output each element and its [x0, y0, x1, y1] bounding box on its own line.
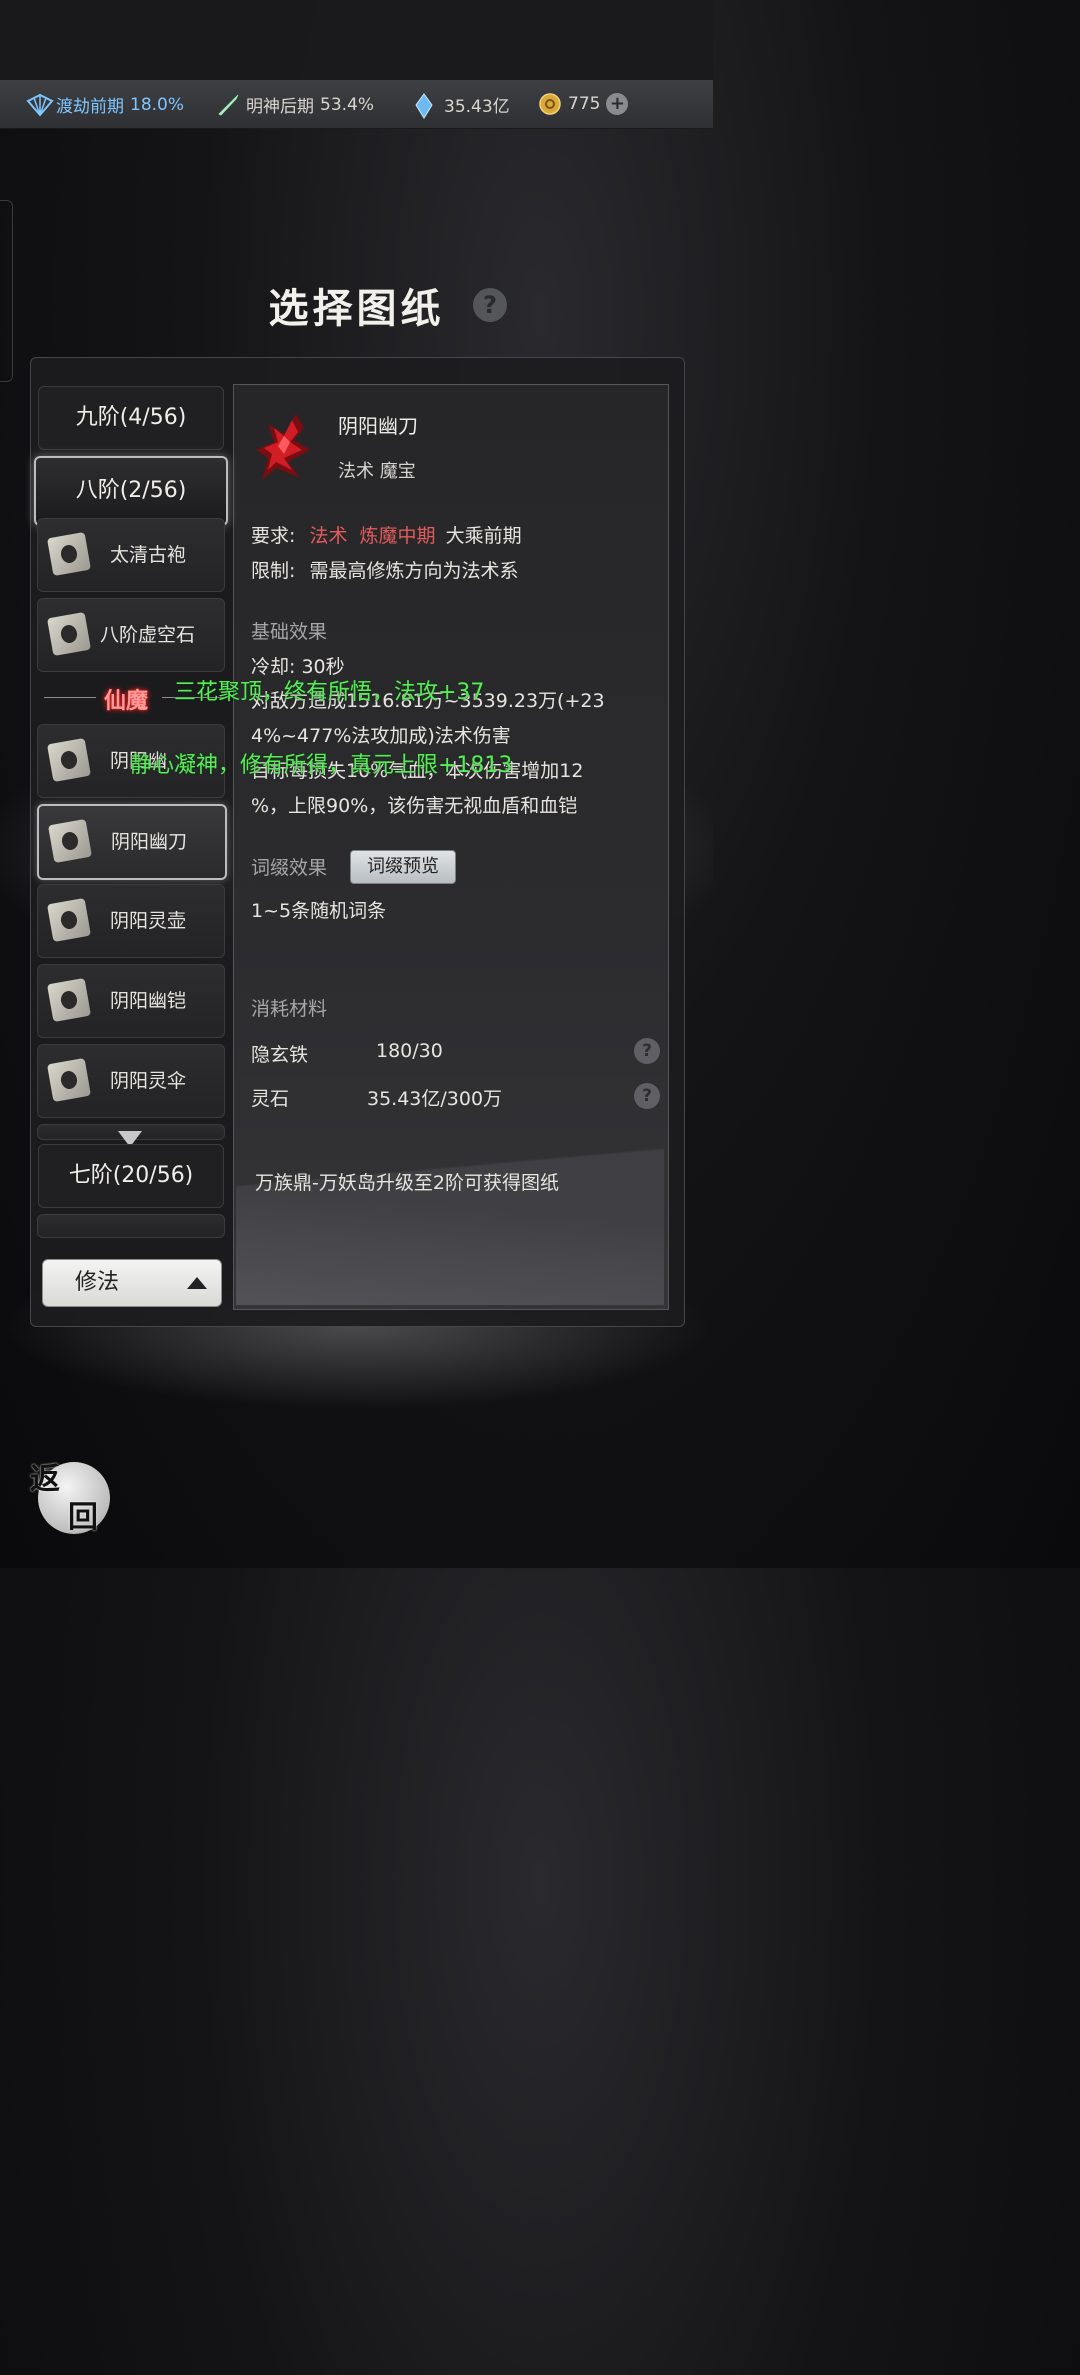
scroll-icon — [46, 737, 92, 783]
blueprint-name: 阴阳幽刀 — [338, 414, 418, 438]
add-coin-button[interactable]: + — [606, 93, 629, 115]
realm-progress-1[interactable]: 渡劫前期 18.0% — [26, 92, 184, 117]
cost-heading: 消耗材料 — [251, 998, 328, 1020]
realm-value-2: 53.4% — [320, 94, 375, 115]
material-2-help-button[interactable]: ? — [634, 1083, 660, 1109]
back-char-1: 返 — [30, 1462, 60, 1497]
notification-line-1: 三花聚顶，终有所悟，法攻+37 — [174, 680, 485, 705]
material-1-help-button[interactable]: ? — [634, 1038, 660, 1064]
scroll-icon — [46, 531, 92, 577]
title-help-button[interactable]: ? — [473, 288, 507, 322]
material-2-value: 35.43亿/300万 — [367, 1088, 503, 1110]
blade-icon — [254, 410, 324, 485]
blueprint-item-name: 阴阳灵伞 — [110, 1070, 187, 1092]
blueprint-item[interactable]: 太清古袍 — [37, 518, 225, 592]
affix-preview-button[interactable]: 词缀预览 — [350, 850, 456, 884]
category-label: 仙魔 — [104, 688, 149, 714]
page-title: 选择图纸 — [268, 285, 445, 332]
blueprint-item-name: 阴阳灵壶 — [110, 910, 187, 932]
affix-value: 1~5条随机词条 — [251, 900, 387, 922]
coin-value: 775 — [568, 94, 601, 114]
category-filter-dropdown[interactable]: 修法 — [42, 1259, 222, 1307]
realm-value-1: 18.0% — [130, 94, 185, 115]
back-button[interactable]: 返 回 — [28, 1454, 114, 1540]
blueprint-item[interactable]: 八阶虚空石 — [37, 598, 225, 672]
blueprint-item-name: 八阶虚空石 — [100, 624, 196, 646]
tier-9-button[interactable]: 九阶(4/56) — [38, 386, 224, 450]
crystal-icon — [414, 92, 438, 119]
divider-line-left — [44, 697, 96, 698]
blueprint-type: 法术 魔宝 — [338, 461, 416, 482]
blueprint-source-text: 万族鼎-万妖岛升级至2阶可获得图纸 — [255, 1172, 559, 1194]
limit-row: 限制: 需最高修炼方向为法术系 — [251, 556, 518, 583]
limit-label: 限制: — [251, 560, 296, 582]
requirement-row: 要求: 法术 炼魔中期 大乘前期 — [251, 521, 522, 548]
blueprint-item-partial — [37, 1214, 225, 1238]
requirement-red-2: 炼魔中期 — [359, 525, 436, 547]
fan-icon — [26, 93, 54, 117]
blueprint-item-name: 太清古袍 — [110, 544, 187, 566]
blueprint-item-name: 阴阳幽铠 — [110, 990, 187, 1012]
blueprint-item[interactable]: 阴阳灵壶 — [37, 884, 225, 958]
realm-label-2: 明神后期 — [246, 97, 314, 117]
scroll-icon — [46, 897, 92, 943]
spirit-crystal-resource[interactable]: 35.43亿 — [414, 92, 510, 119]
back-char-2: 回 — [68, 1500, 98, 1535]
scroll-icon — [46, 1057, 92, 1103]
notification-line-2: 静心凝神，修有所得，真元上限+1813 — [130, 753, 513, 778]
scroll-icon — [47, 818, 93, 864]
sword-icon — [216, 93, 240, 117]
blueprint-item-name: 阴阳幽刀 — [111, 831, 188, 853]
material-1-name: 隐玄铁 — [251, 1044, 309, 1066]
limit-value: 需最高修炼方向为法术系 — [309, 560, 519, 582]
effect-line-4: %，上限90%，该伤害无视血盾和血铠 — [251, 795, 578, 817]
affix-heading: 词缀效果 — [251, 857, 328, 879]
requirement-label: 要求: — [251, 525, 296, 547]
filter-label: 修法 — [75, 1270, 120, 1295]
scroll-icon — [46, 977, 92, 1023]
scroll-icon — [46, 611, 92, 657]
tier-7-button[interactable]: 七阶(20/56) — [38, 1144, 224, 1208]
requirement-red-1: 法术 — [309, 525, 348, 547]
realm-label-1: 渡劫前期 — [56, 97, 124, 117]
blueprint-item-selected[interactable]: 阴阳幽刀 — [37, 804, 227, 880]
coin-resource[interactable]: 775 + — [538, 92, 629, 116]
material-2-name: 灵石 — [251, 1088, 290, 1110]
crystal-value: 35.43亿 — [444, 97, 510, 117]
base-effect-heading: 基础效果 — [251, 621, 328, 643]
realm-progress-2[interactable]: 明神后期 53.4% — [216, 92, 374, 117]
material-1-value: 180/30 — [376, 1040, 443, 1062]
requirement-rest: 大乘前期 — [445, 525, 522, 547]
blueprint-item[interactable]: 阴阳灵伞 — [37, 1044, 225, 1118]
effect-line-2: 4%~477%法攻加成)法术伤害 — [251, 725, 511, 747]
coin-icon — [538, 92, 562, 116]
resource-bar: 渡劫前期 18.0% 明神后期 53.4% 35.43亿 775 + — [0, 80, 713, 129]
tier-8-button[interactable]: 八阶(2/56) — [34, 456, 228, 526]
top-decorative-pattern — [0, 0, 713, 80]
caret-up-icon — [187, 1277, 207, 1289]
blueprint-item[interactable]: 阴阳幽铠 — [37, 964, 225, 1038]
